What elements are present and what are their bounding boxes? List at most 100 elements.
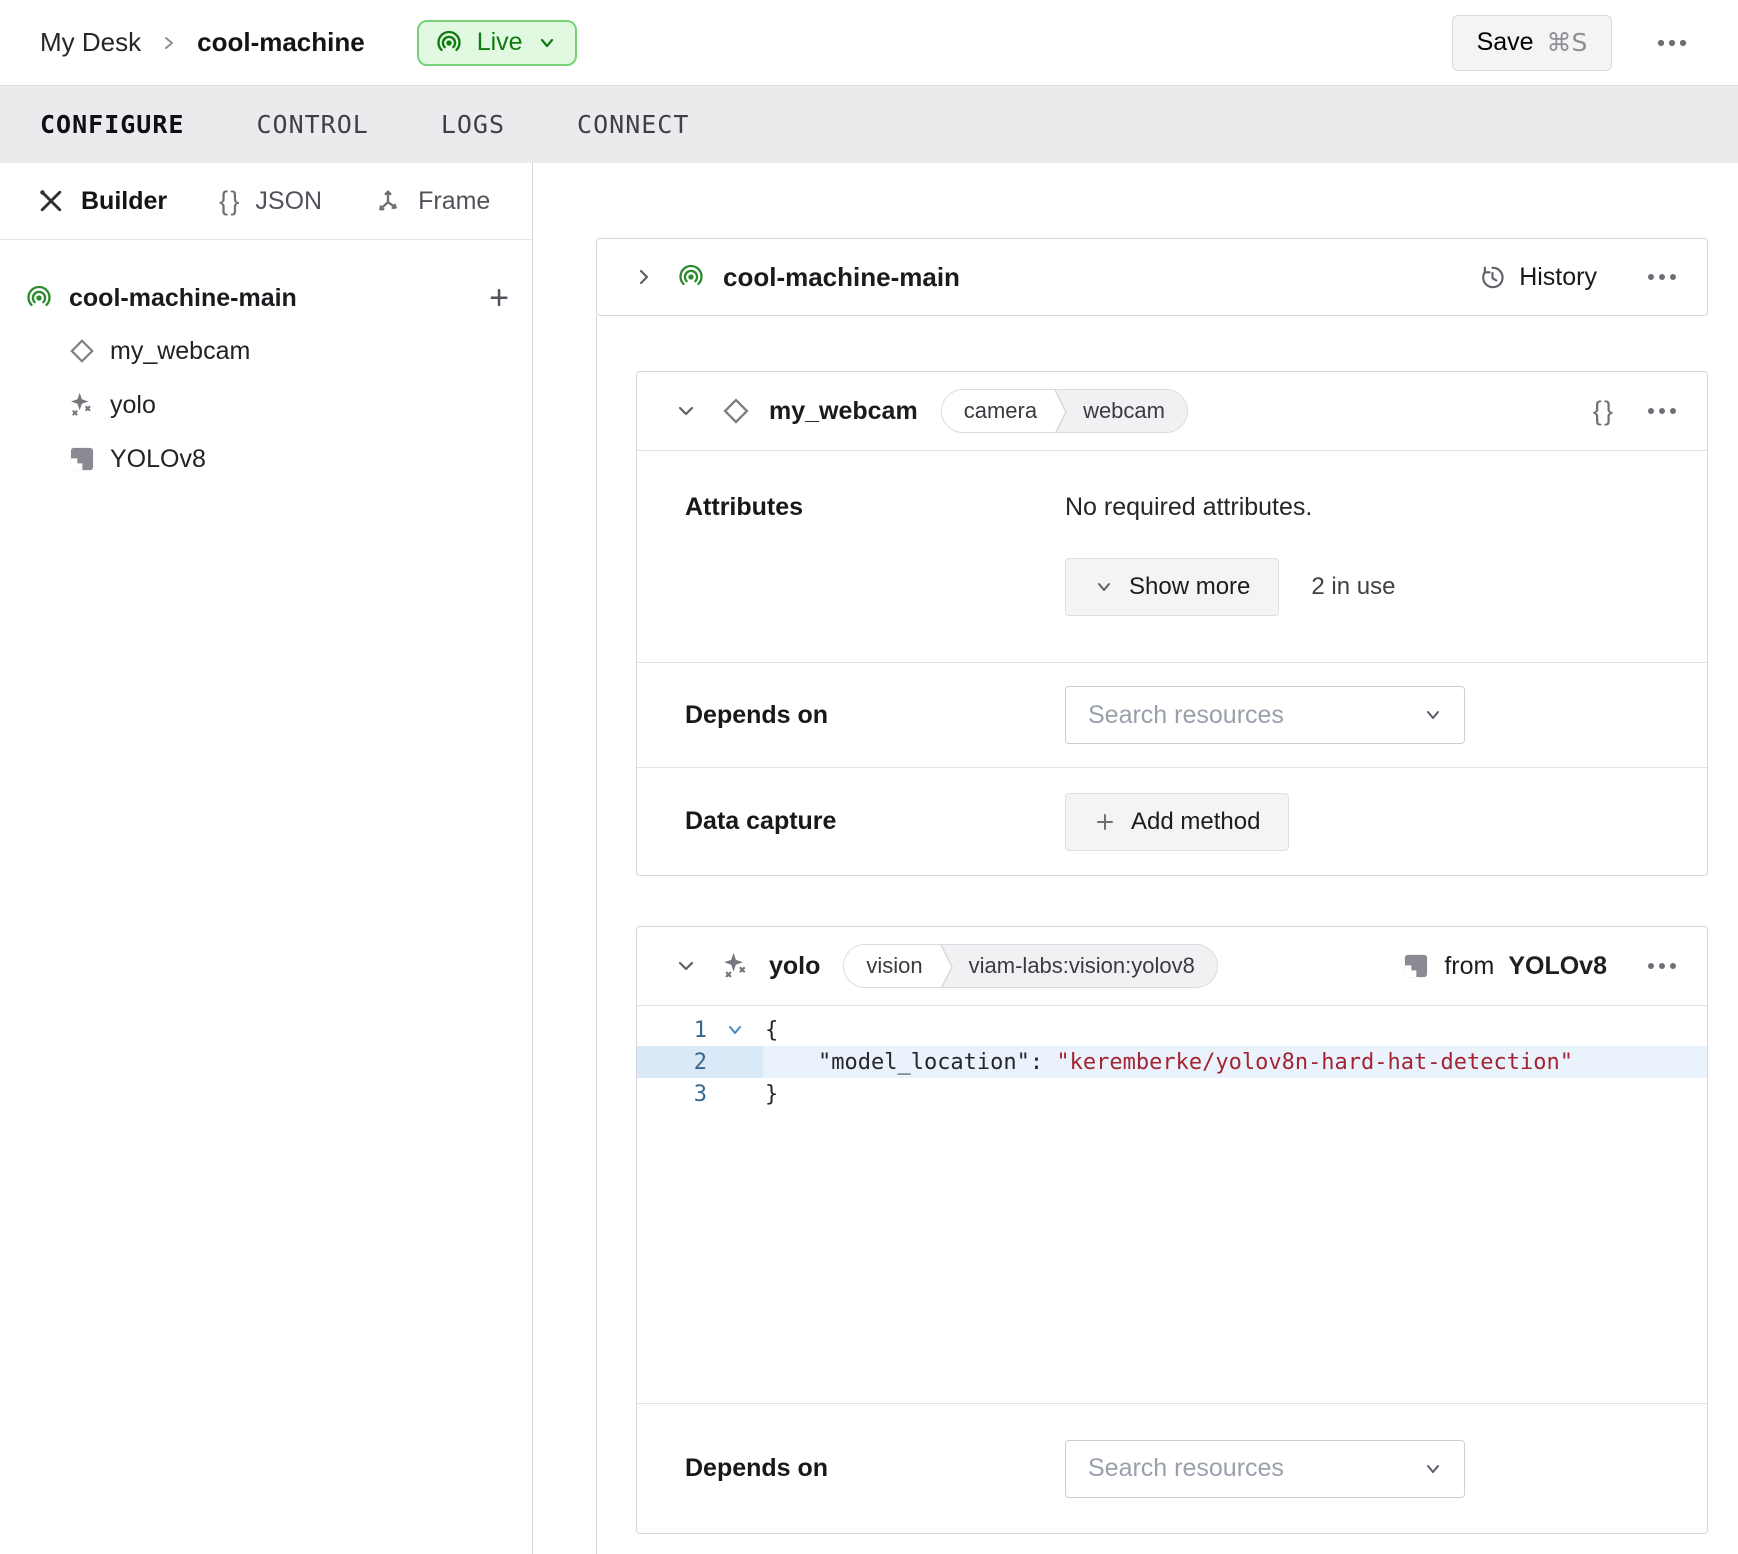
badge-type: vision <box>844 945 938 987</box>
yolo-menu-button[interactable] <box>1641 955 1683 977</box>
attributes-section: Attributes No required attributes. Show … <box>637 450 1707 662</box>
json-string-value: "keremberke/yolov8n-hard-hat-detection" <box>1056 1050 1573 1075</box>
tree-item-my-webcam[interactable]: my_webcam <box>25 324 509 378</box>
code-fold-icon[interactable] <box>707 1022 763 1038</box>
tree-item-machine-part[interactable]: cool-machine-main + <box>25 272 509 324</box>
chevron-down-icon <box>1094 577 1114 597</box>
save-button[interactable]: Save ⌘S <box>1452 15 1612 71</box>
ellipsis-icon <box>1647 272 1677 282</box>
badge-type: camera <box>942 390 1053 432</box>
code-line: 1 { <box>637 1014 1707 1046</box>
depends-on-label: Depends on <box>685 701 1065 730</box>
braces-icon: { } <box>1593 396 1613 427</box>
config-main: cool-machine-main History <box>533 163 1738 1554</box>
machine-status-dropdown[interactable]: Live <box>417 20 577 66</box>
attributes-label: Attributes <box>685 493 1065 616</box>
breadcrumb-root-link[interactable]: My Desk <box>40 27 141 58</box>
machine-part-icon <box>25 284 53 312</box>
ellipsis-icon <box>1656 38 1688 48</box>
part-menu-button[interactable] <box>1641 266 1683 288</box>
view-json[interactable]: { } JSON <box>219 186 322 217</box>
webcam-json-button[interactable]: { } <box>1587 390 1619 433</box>
chevron-right-icon <box>633 266 655 288</box>
line-number: 3 <box>637 1082 707 1107</box>
tools-icon <box>37 187 65 215</box>
code-text: { <box>763 1018 778 1043</box>
code-text: } <box>763 1082 778 1107</box>
webcam-collapse-button[interactable] <box>671 396 701 426</box>
save-label: Save <box>1477 28 1534 57</box>
history-label: History <box>1519 263 1597 292</box>
webcam-type-badge: camera webcam <box>941 389 1188 433</box>
show-more-button[interactable]: Show more <box>1065 558 1279 616</box>
badge-separator <box>1053 390 1069 432</box>
chevron-down-icon <box>1422 1458 1444 1480</box>
depends-placeholder: Search resources <box>1088 701 1284 730</box>
webcam-menu-button[interactable] <box>1641 400 1683 422</box>
main-tab-bar: CONFIGURE CONTROL LOGS CONNECT <box>0 86 1738 163</box>
from-label: from <box>1444 952 1494 981</box>
yolo-depends-select[interactable]: Search resources <box>1065 1440 1465 1498</box>
badge-model: webcam <box>1069 390 1187 432</box>
view-builder[interactable]: Builder <box>37 187 167 216</box>
chevron-down-icon <box>675 955 697 977</box>
nested-resources: my_webcam camera webcam { } <box>596 316 1738 1554</box>
tab-logs[interactable]: LOGS <box>441 110 505 139</box>
webcam-title: my_webcam <box>769 397 918 426</box>
view-toggle: Builder { } JSON Frame <box>0 163 532 240</box>
view-frame[interactable]: Frame <box>374 187 490 216</box>
view-builder-label: Builder <box>81 187 167 216</box>
frame-axes-icon <box>374 187 402 215</box>
webcam-depends-select[interactable]: Search resources <box>1065 686 1465 744</box>
from-module-name: YOLOv8 <box>1508 952 1607 981</box>
save-shortcut: ⌘S <box>1547 28 1588 57</box>
tree-item-yolo[interactable]: yolo <box>25 378 509 432</box>
tree-item-label: yolo <box>110 391 156 420</box>
depends-placeholder: Search resources <box>1088 1454 1284 1483</box>
view-json-label: JSON <box>255 187 322 216</box>
add-resource-button[interactable]: + <box>489 281 509 315</box>
topbar-menu-button[interactable] <box>1650 32 1694 54</box>
tree-root-label: cool-machine-main <box>69 284 297 313</box>
part-title: cool-machine-main <box>723 262 960 293</box>
resource-card-yolo: yolo vision viam-labs:vision:yolov8 <box>636 926 1708 1534</box>
webcam-card-header: my_webcam camera webcam { } <box>637 372 1707 450</box>
component-diamond-icon <box>721 396 751 426</box>
tree-item-label: my_webcam <box>110 337 250 366</box>
ellipsis-icon <box>1647 961 1677 971</box>
part-expand-button[interactable] <box>629 262 659 292</box>
breadcrumb-current: cool-machine <box>197 27 365 58</box>
attributes-json-editor[interactable]: 1 { 2 "model_location": "keremberke <box>637 1005 1707 1403</box>
line-number: 1 <box>637 1018 707 1043</box>
yolo-depends-section: Depends on Search resources <box>637 1403 1707 1533</box>
add-method-button[interactable]: Add method <box>1065 793 1289 851</box>
live-chevron-down-icon <box>537 33 557 53</box>
yolo-type-badge: vision viam-labs:vision:yolov8 <box>843 944 1217 988</box>
resource-tree: cool-machine-main + my_webcam <box>0 240 532 486</box>
show-more-label: Show more <box>1129 573 1250 601</box>
breadcrumb-chevron-icon <box>159 33 179 53</box>
webcam-depends-section: Depends on Search resources <box>637 662 1707 767</box>
chevron-down-icon <box>1422 704 1444 726</box>
tab-configure[interactable]: CONFIGURE <box>40 110 184 139</box>
history-button[interactable]: History <box>1479 263 1597 292</box>
attributes-in-use-count: 2 in use <box>1311 573 1395 601</box>
line-number: 2 <box>637 1050 707 1075</box>
service-sparkles-icon <box>721 951 751 981</box>
tree-item-yolov8-module[interactable]: YOLOv8 <box>25 432 509 486</box>
module-icon <box>1402 952 1430 980</box>
history-clock-icon <box>1479 264 1506 291</box>
tab-connect[interactable]: CONNECT <box>577 110 689 139</box>
yolo-card-header: yolo vision viam-labs:vision:yolov8 <box>637 927 1707 1005</box>
top-bar: My Desk cool-machine Live Save ⌘S <box>0 0 1738 86</box>
tab-control[interactable]: CONTROL <box>256 110 368 139</box>
from-module-group: from YOLOv8 <box>1402 952 1607 981</box>
yolo-collapse-button[interactable] <box>671 951 701 981</box>
data-capture-section: Data capture Add method <box>637 767 1707 875</box>
ellipsis-icon <box>1647 406 1677 416</box>
yolo-title: yolo <box>769 952 820 981</box>
data-capture-label: Data capture <box>685 807 1065 836</box>
breadcrumb: My Desk cool-machine <box>40 27 365 58</box>
add-method-label: Add method <box>1131 808 1260 836</box>
code-line-active: 2 "model_location": "keremberke/yolov8n-… <box>637 1046 1707 1078</box>
